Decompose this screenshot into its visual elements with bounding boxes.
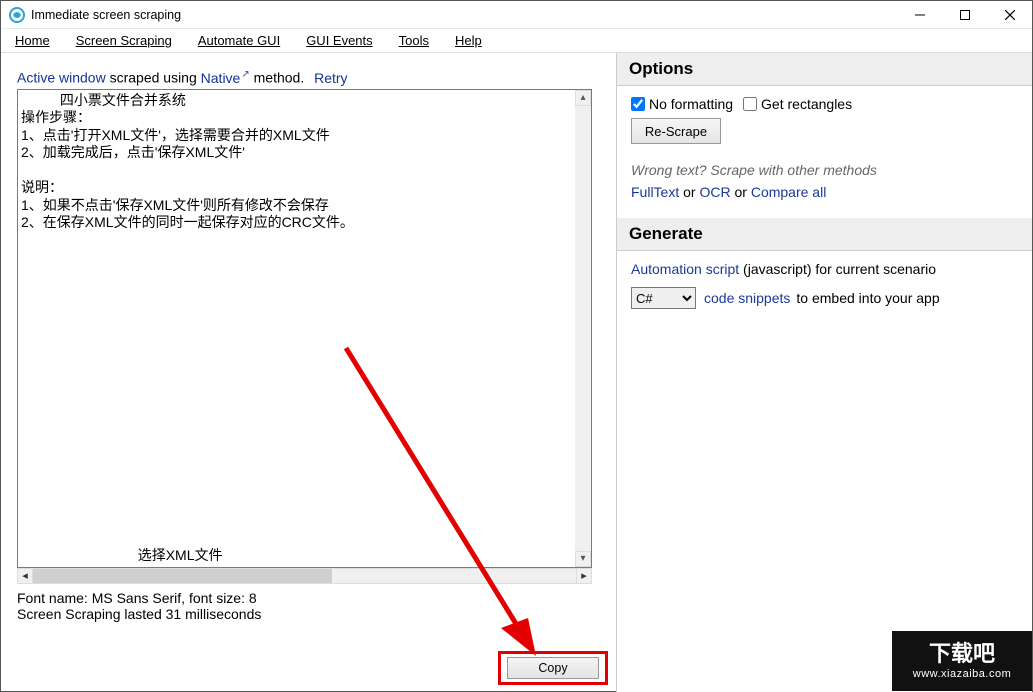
- status-line: Active window scraped using Native↗ meth…: [17, 69, 608, 86]
- active-window-link[interactable]: Active window: [17, 70, 106, 86]
- copy-button[interactable]: Copy: [507, 657, 599, 679]
- scroll-thumb[interactable]: [33, 569, 332, 583]
- scraped-text-box[interactable]: 四小票文件合并系统 操作步骤： 1、点击'打开XML文件'，选择需要合并的XML…: [17, 89, 592, 568]
- menu-gui-events[interactable]: GUI Events: [298, 31, 380, 50]
- horizontal-scrollbar[interactable]: ◂ ▸: [17, 568, 592, 584]
- menu-automate-gui[interactable]: Automate GUI: [190, 31, 288, 50]
- fulltext-link[interactable]: FullText: [631, 184, 679, 200]
- no-formatting-checkbox[interactable]: No formatting: [631, 96, 733, 112]
- menu-home[interactable]: Home: [7, 31, 58, 50]
- automation-script-link[interactable]: Automation script: [631, 261, 739, 277]
- menu-help[interactable]: Help: [447, 31, 490, 50]
- scroll-right-icon[interactable]: ▸: [576, 568, 592, 584]
- app-icon: [9, 7, 25, 23]
- menu-tools[interactable]: Tools: [391, 31, 437, 50]
- window-title: Immediate screen scraping: [31, 8, 181, 22]
- retry-link[interactable]: Retry: [314, 70, 347, 86]
- code-snippets-link[interactable]: code snippets: [704, 290, 790, 306]
- compare-all-link[interactable]: Compare all: [751, 184, 826, 200]
- language-select[interactable]: C#: [631, 287, 696, 309]
- scroll-up-icon[interactable]: ▴: [575, 90, 591, 106]
- generate-header: Generate: [617, 218, 1032, 251]
- vertical-scrollbar[interactable]: ▴ ▾: [575, 90, 591, 567]
- menu-bar: Home Screen Scraping Automate GUI GUI Ev…: [1, 29, 1032, 53]
- rescrape-button[interactable]: Re-Scrape: [631, 118, 721, 144]
- font-info: Font name: MS Sans Serif, font size: 8: [17, 590, 608, 607]
- watermark: 下载吧 www.xiazaiba.com: [892, 631, 1032, 691]
- scraped-text-content: 四小票文件合并系统 操作步骤： 1、点击'打开XML文件'，选择需要合并的XML…: [21, 92, 575, 565]
- external-link-icon: ↗: [241, 69, 249, 80]
- timing-info: Screen Scraping lasted 31 milliseconds: [17, 606, 608, 623]
- minimize-button[interactable]: [897, 1, 942, 29]
- menu-screen-scraping[interactable]: Screen Scraping: [68, 31, 180, 50]
- close-button[interactable]: [987, 1, 1032, 29]
- scroll-left-icon[interactable]: ◂: [17, 568, 33, 584]
- maximize-button[interactable]: [942, 1, 987, 29]
- ocr-link[interactable]: OCR: [699, 184, 730, 200]
- no-formatting-input[interactable]: [631, 97, 645, 111]
- scroll-down-icon[interactable]: ▾: [575, 551, 591, 567]
- native-link[interactable]: Native↗: [201, 70, 250, 86]
- options-header: Options: [617, 53, 1032, 86]
- wrong-text-hint: Wrong text? Scrape with other methods: [631, 162, 1018, 178]
- get-rectangles-checkbox[interactable]: Get rectangles: [743, 96, 852, 112]
- get-rectangles-input[interactable]: [743, 97, 757, 111]
- copy-button-highlight: Copy: [498, 651, 608, 685]
